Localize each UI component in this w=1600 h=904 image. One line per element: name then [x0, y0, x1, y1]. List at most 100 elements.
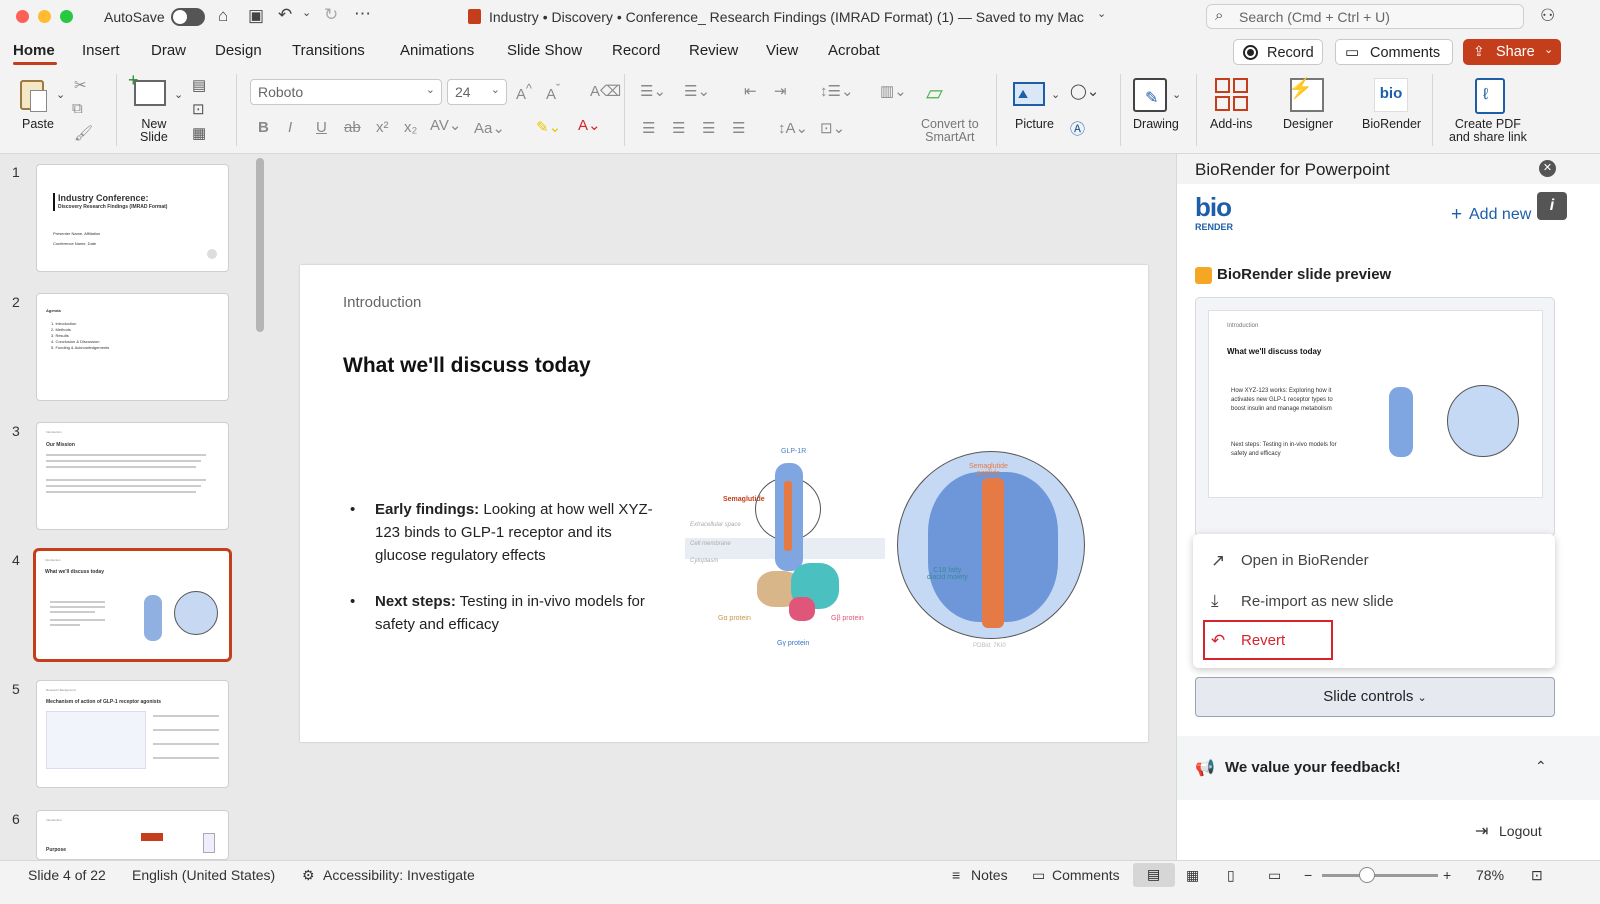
format-painter-icon[interactable]: 🖌	[74, 124, 93, 142]
tab-design[interactable]: Design	[215, 42, 262, 59]
font-size-dropdown[interactable]: 24 ⌄	[447, 79, 507, 105]
comments-status-icon[interactable]: ▭	[1032, 867, 1045, 884]
search-input[interactable]: Search (Cmd + Ctrl + U)	[1239, 9, 1390, 25]
close-pane-icon[interactable]: ✕	[1539, 160, 1556, 177]
title-chevron-down-icon[interactable]: ⌄	[1097, 9, 1106, 20]
tab-animations[interactable]: Animations	[400, 42, 474, 59]
slide-preview-card[interactable]: Introduction What we'll discuss today Ho…	[1195, 297, 1555, 537]
slide-thumbnail-3[interactable]: Introduction Our Mission	[36, 422, 229, 530]
tab-transitions[interactable]: Transitions	[292, 42, 365, 59]
addins-icon[interactable]	[1215, 78, 1249, 112]
zoom-window-button[interactable]	[60, 10, 73, 23]
change-case-icon[interactable]: Aa⌄	[474, 119, 505, 137]
tab-home[interactable]: Home	[13, 42, 55, 59]
reimport-item[interactable]: ⤓ Re-import as new slide	[1193, 585, 1555, 619]
underline-icon[interactable]: U	[316, 119, 327, 136]
zoom-in-icon[interactable]: +	[1443, 867, 1451, 883]
clear-formatting-icon[interactable]: A⌫	[590, 82, 621, 100]
home-icon[interactable]: ⌂	[218, 7, 228, 24]
slide-thumbnail-6[interactable]: Introduction Purpose	[36, 810, 229, 860]
shrink-font-icon[interactable]: Aˇ	[546, 82, 560, 103]
paste-button[interactable]	[18, 78, 48, 114]
slide-controls-button[interactable]: Slide controls ⌄	[1195, 677, 1555, 717]
decrease-indent-icon[interactable]: ⇤	[744, 82, 757, 100]
align-text-icon[interactable]: ⊡⌄	[820, 119, 845, 137]
biorender-figure[interactable]: GLP-1R Semaglutide Extracellular space C…	[685, 447, 1085, 657]
superscript-icon[interactable]: x²	[376, 119, 389, 136]
slideshow-view-icon[interactable]: ▭	[1268, 867, 1281, 884]
numbering-icon[interactable]: ☰⌄	[684, 82, 710, 100]
accessibility-icon[interactable]: ⚙	[302, 867, 315, 884]
autosave-toggle[interactable]	[171, 8, 205, 26]
add-new-button[interactable]: Add new	[1469, 206, 1531, 224]
shapes-icon[interactable]: ◯⌄	[1070, 82, 1099, 100]
slide-bullet-2[interactable]: • Next steps: Testing in in-vivo models …	[350, 590, 666, 636]
undo-dropdown-icon[interactable]: ⌄	[302, 8, 311, 19]
normal-view-button[interactable]: ▤	[1133, 863, 1175, 887]
italic-icon[interactable]: I	[288, 119, 292, 136]
align-left-icon[interactable]: ☰	[642, 119, 655, 137]
character-spacing-icon[interactable]: AV⌄	[430, 116, 461, 134]
reset-icon[interactable]: ⊡	[192, 100, 205, 118]
tab-insert[interactable]: Insert	[82, 42, 120, 59]
create-pdf-icon[interactable]: ℓ	[1475, 78, 1505, 114]
picture-icon[interactable]: ⛰	[1013, 82, 1045, 106]
logout-button[interactable]: ⇥ Logout	[1475, 820, 1585, 844]
slide-section-label[interactable]: Introduction	[343, 294, 421, 311]
slide-sorter-icon[interactable]: ▦	[1186, 867, 1199, 884]
justify-icon[interactable]: ☰	[732, 119, 745, 137]
paste-dropdown-icon[interactable]: ⌄	[56, 90, 65, 101]
slide-thumbnail-2[interactable]: Agenda 1. Introduction 2. Methods 3. Res…	[36, 293, 229, 401]
slide-title[interactable]: What we'll discuss today	[343, 354, 591, 378]
slide-thumbnail-1[interactable]: Industry Conference: Discovery Research …	[36, 164, 229, 272]
zoom-slider-thumb[interactable]	[1359, 867, 1375, 883]
search-box[interactable]: ⌕ Search (Cmd + Ctrl + U)	[1206, 4, 1524, 29]
copy-icon[interactable]: ⧉	[72, 100, 83, 117]
thumbnail-scrollbar[interactable]	[256, 158, 264, 332]
feedback-section[interactable]: 📢 We value your feedback! ⌃	[1177, 736, 1600, 800]
record-button[interactable]: Record	[1233, 39, 1323, 65]
align-center-icon[interactable]: ☰	[672, 119, 685, 137]
profile-icon[interactable]: ⚇	[1540, 7, 1555, 24]
notes-icon[interactable]: ≡	[952, 867, 960, 883]
share-button[interactable]: ⇪ Share ⌄	[1463, 39, 1561, 65]
new-slide-button[interactable]: +	[128, 70, 166, 106]
font-color-icon[interactable]: A⌄	[578, 116, 601, 134]
accessibility-status[interactable]: Accessibility: Investigate	[323, 867, 475, 883]
line-spacing-icon[interactable]: ↕☰⌄	[820, 82, 854, 100]
open-in-biorender-item[interactable]: ↗ Open in BioRender	[1193, 544, 1555, 578]
increase-indent-icon[interactable]: ⇥	[774, 82, 787, 100]
strikethrough-icon[interactable]: ab	[344, 119, 361, 136]
layout-icon[interactable]: ▤	[192, 76, 206, 94]
comments-button[interactable]: ▭ Comments	[1335, 39, 1453, 65]
grow-font-icon[interactable]: A^	[516, 82, 532, 103]
tab-acrobat[interactable]: Acrobat	[828, 42, 880, 59]
textbox-icon[interactable]: Ⓐ	[1070, 118, 1085, 139]
info-icon[interactable]: i	[1537, 192, 1567, 220]
drawing-icon[interactable]: ✎	[1133, 78, 1167, 112]
redo-icon[interactable]: ↻	[324, 6, 338, 23]
zoom-level[interactable]: 78%	[1476, 867, 1504, 883]
revert-item[interactable]: ↶ Revert	[1203, 620, 1333, 660]
reading-view-icon[interactable]: ▯	[1227, 867, 1235, 884]
tab-review[interactable]: Review	[689, 42, 738, 59]
new-slide-dropdown-icon[interactable]: ⌄	[174, 90, 183, 101]
comments-status-button[interactable]: Comments	[1052, 867, 1120, 883]
fit-to-window-icon[interactable]: ⊡	[1531, 867, 1543, 884]
drawing-dropdown-icon[interactable]: ⌄	[1172, 90, 1181, 101]
designer-icon[interactable]: ⚡	[1288, 78, 1324, 112]
font-name-dropdown[interactable]: Roboto ⌄	[250, 79, 442, 105]
zoom-out-icon[interactable]: −	[1304, 867, 1312, 883]
text-direction-icon[interactable]: ↕A⌄	[778, 119, 808, 137]
more-icon[interactable]: ⋯	[354, 5, 371, 22]
tab-draw[interactable]: Draw	[151, 42, 186, 59]
bold-icon[interactable]: B	[258, 119, 269, 136]
tab-view[interactable]: View	[766, 42, 798, 59]
slide[interactable]: Introduction What we'll discuss today • …	[300, 265, 1148, 742]
tab-record[interactable]: Record	[612, 42, 660, 59]
document-title[interactable]: Industry • Discovery • Conference_ Resea…	[489, 9, 1084, 25]
cut-icon[interactable]: ✂	[74, 76, 87, 94]
minimize-window-button[interactable]	[38, 10, 51, 23]
chevron-up-icon[interactable]: ⌃	[1535, 758, 1547, 775]
biorender-icon[interactable]: bio	[1374, 78, 1408, 112]
